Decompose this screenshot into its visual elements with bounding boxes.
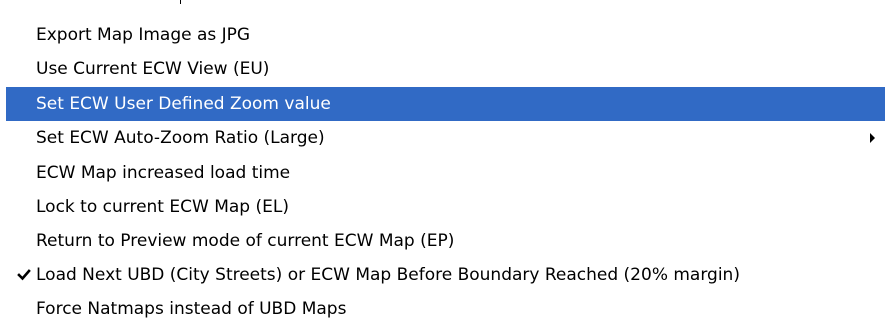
menu-item-return-to-preview-mode[interactable]: Return to Preview mode of current ECW Ma… [6, 224, 885, 258]
menu-item-label: Use Current ECW View (EU) [36, 59, 270, 79]
menu-item-set-ecw-auto-zoom-ratio[interactable]: Set ECW Auto-Zoom Ratio (Large) [6, 121, 885, 155]
menu-item-label: Force Natmaps instead of UBD Maps [36, 299, 347, 319]
submenu-arrow-icon [870, 133, 875, 143]
menu-item-label: Return to Preview mode of current ECW Ma… [36, 231, 455, 251]
menu-top-caret [180, 0, 181, 4]
menu-item-lock-to-current-ecw-map[interactable]: Lock to current ECW Map (EL) [6, 190, 885, 224]
menu-item-set-ecw-user-defined-zoom[interactable]: Set ECW User Defined Zoom value [6, 87, 885, 121]
menu-item-export-map-image-jpg[interactable]: Export Map Image as JPG [6, 18, 885, 52]
menu-item-ecw-map-increased-load-time[interactable]: ECW Map increased load time [6, 156, 885, 190]
menu-item-use-current-ecw-view[interactable]: Use Current ECW View (EU) [6, 52, 885, 86]
menu-top-edge [0, 0, 885, 2]
menu-item-label: Export Map Image as JPG [36, 25, 251, 45]
menu-item-label: ECW Map increased load time [36, 163, 291, 183]
context-menu: Export Map Image as JPG Use Current ECW … [0, 0, 885, 329]
menu-item-label: Load Next UBD (City Streets) or ECW Map … [36, 265, 740, 285]
check-mark-icon [17, 269, 31, 281]
menu-item-label: Set ECW User Defined Zoom value [36, 94, 331, 114]
menu-item-label: Lock to current ECW Map (EL) [36, 197, 289, 217]
menu-item-force-natmaps[interactable]: Force Natmaps instead of UBD Maps [6, 292, 885, 326]
menu-item-load-next-ubd-or-ecw-map[interactable]: Load Next UBD (City Streets) or ECW Map … [6, 258, 885, 292]
menu-item-label: Set ECW Auto-Zoom Ratio (Large) [36, 128, 325, 148]
